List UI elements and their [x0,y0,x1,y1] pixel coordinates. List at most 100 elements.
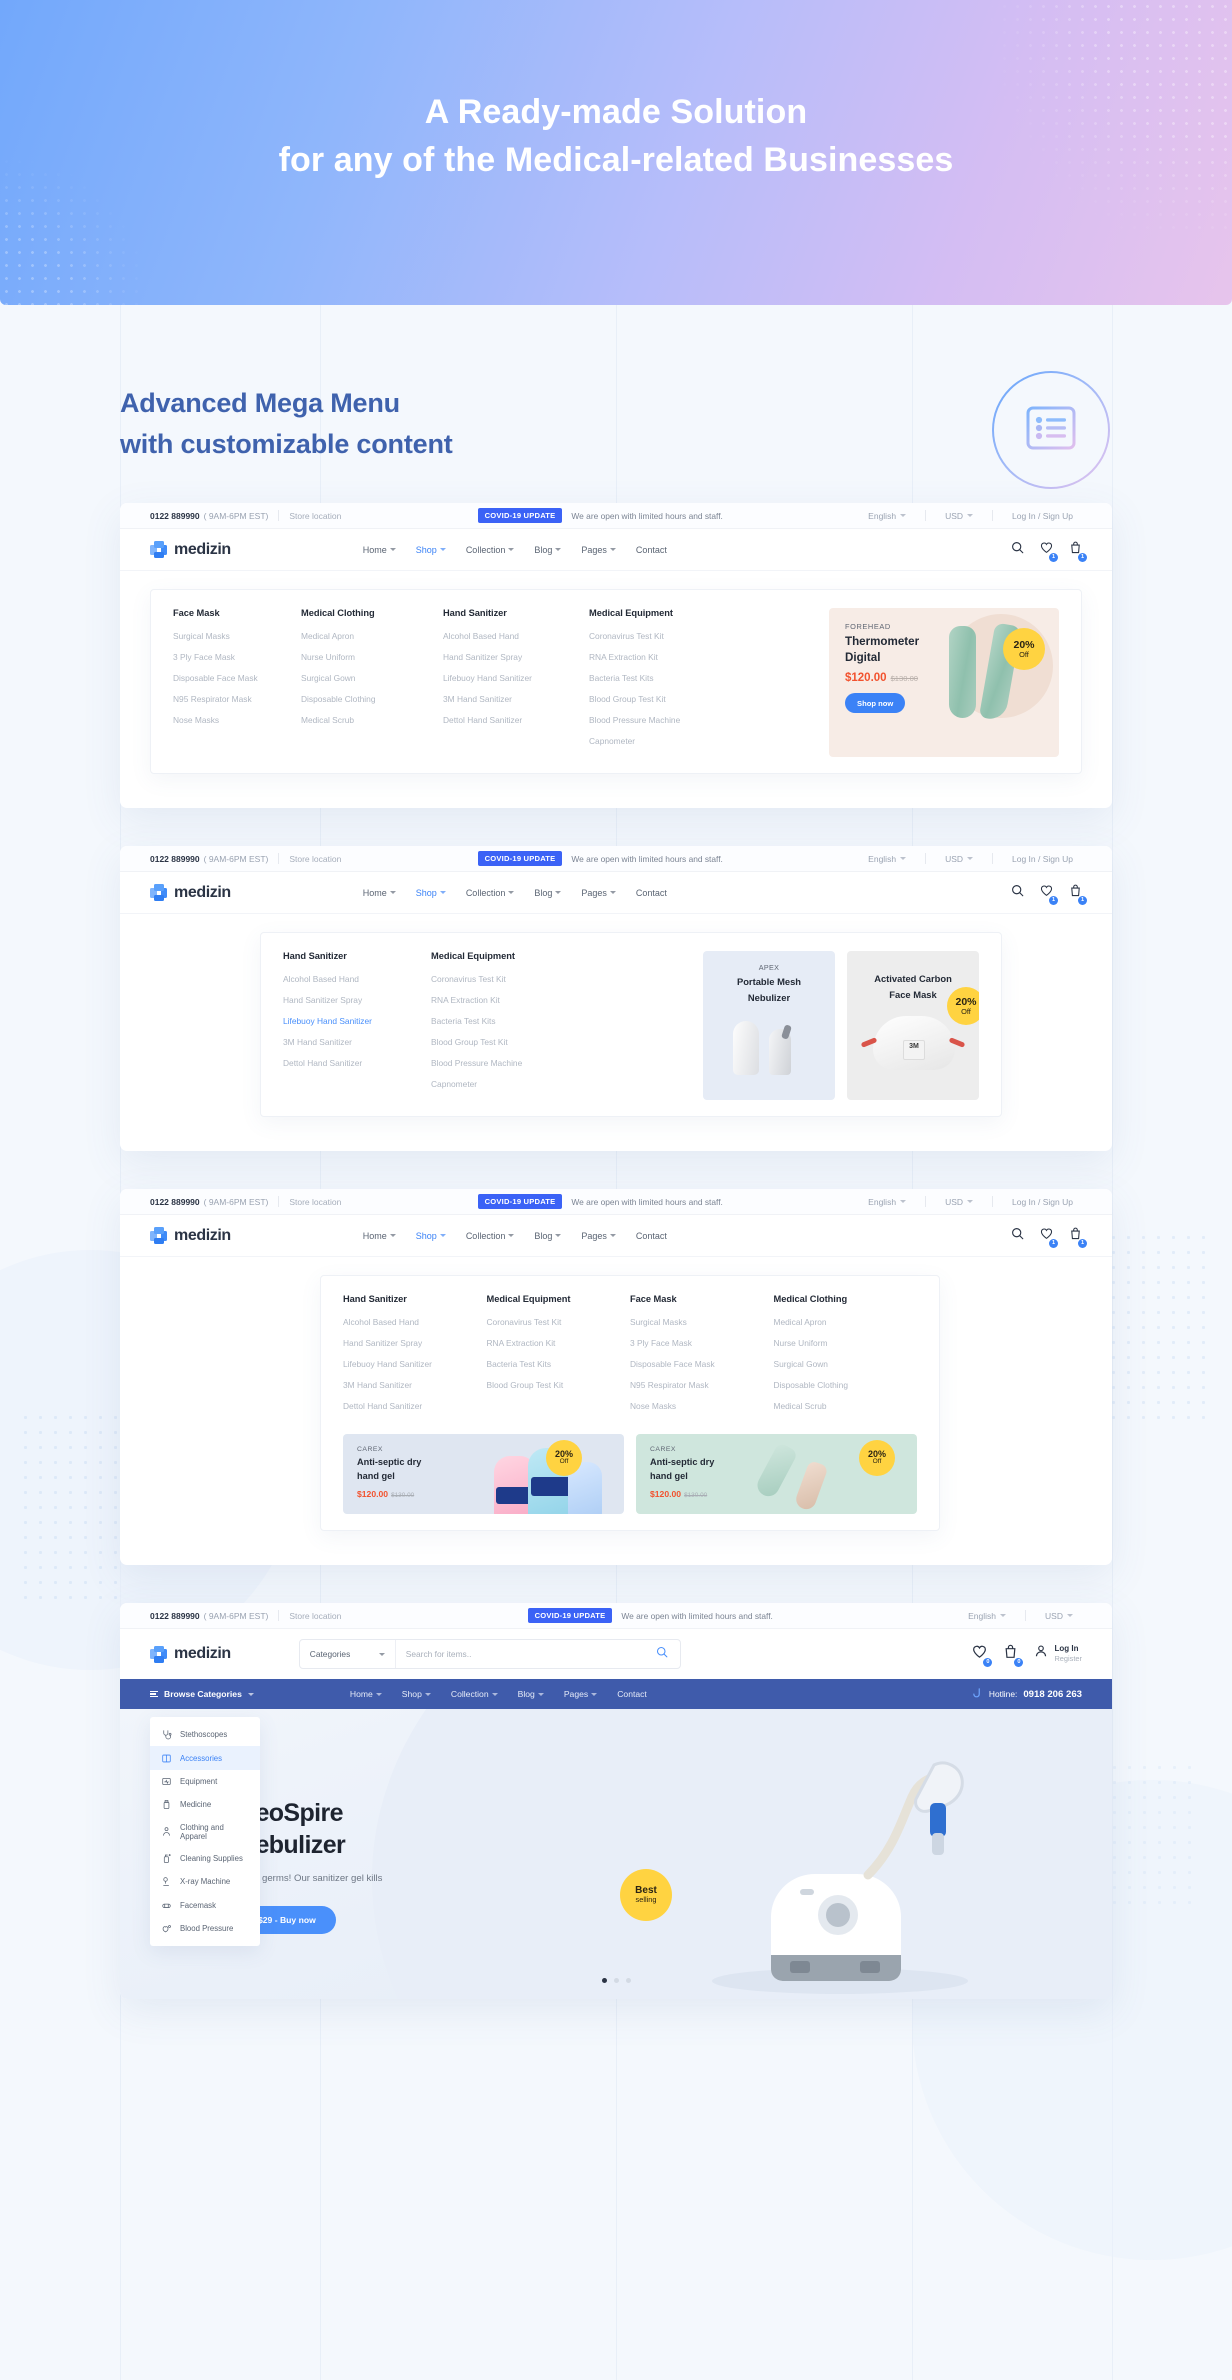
hotline[interactable]: Hotline: 0918 206 263 [971,1687,1082,1701]
menu-link[interactable]: Disposable Clothing [301,694,443,704]
menu-link[interactable]: Disposable Clothing [774,1380,918,1390]
promo-thermometer[interactable]: FOREHEAD Thermometer Digital $120.00 $130… [829,608,1059,757]
product-tile-nebulizer[interactable]: APEX Portable Mesh Nebulizer [703,951,835,1100]
menu-link[interactable]: Dettol Hand Sanitizer [443,715,589,725]
menu-link[interactable]: Coronavirus Test Kit [589,631,739,641]
product-tile-face-mask[interactable]: Activated Carbon Face Mask 3M 20% Off [847,951,979,1100]
menu-link[interactable]: Nose Masks [630,1401,774,1411]
menu-link[interactable]: Bacteria Test Kits [589,673,739,683]
menu-link[interactable]: Blood Group Test Kit [431,1037,581,1047]
carousel-dot-2[interactable] [613,1978,619,1983]
nav-item-home[interactable]: Home [363,888,396,898]
phone-number[interactable]: 0122 889990 [150,1197,200,1207]
menu-link[interactable]: Medical Scrub [774,1401,918,1411]
language-selector[interactable]: English [859,1197,915,1207]
nav-item-home[interactable]: Home [350,1689,382,1699]
nav-item-home[interactable]: Home [363,1231,396,1241]
nav-item-blog[interactable]: Blog [534,545,562,555]
wishlist-icon[interactable]: 0 [972,1644,993,1667]
nav-item-collection[interactable]: Collection [466,545,515,555]
account-link[interactable]: Log In / Sign Up [1003,511,1082,521]
currency-selector[interactable]: USD [936,511,982,521]
cart-icon[interactable]: 1 [1069,1227,1087,1248]
nav-item-contact[interactable]: Contact [617,1689,647,1699]
menu-link[interactable]: Bacteria Test Kits [431,1016,581,1026]
nav-item-shop[interactable]: Shop [402,1689,431,1699]
nav-item-blog[interactable]: Blog [518,1689,544,1699]
menu-link[interactable]: Surgical Masks [173,631,301,641]
menu-link[interactable]: Lifebuoy Hand Sanitizer [343,1359,487,1369]
menu-link[interactable]: Medical Scrub [301,715,443,725]
menu-link[interactable]: Blood Pressure Machine [589,715,739,725]
menu-link[interactable]: 3M Hand Sanitizer [343,1380,487,1390]
store-location-link[interactable]: Store location [289,1611,341,1621]
nav-item-contact[interactable]: Contact [636,1231,667,1241]
phone-number[interactable]: 0122 889990 [150,511,200,521]
menu-link[interactable]: Blood Group Test Kit [589,694,739,704]
shop-now-button[interactable]: Shop now [845,693,906,714]
nav-item-blog[interactable]: Blog [534,1231,562,1241]
promo-banner-carex-pink[interactable]: CAREX Anti-septic dry hand gel $120.00 $1… [343,1434,624,1514]
carousel-dot-3[interactable] [625,1978,631,1983]
menu-link[interactable]: Dettol Hand Sanitizer [283,1058,431,1068]
carousel-dots[interactable] [120,1978,1112,1983]
carousel-dot-1[interactable] [601,1978,607,1983]
menu-link[interactable]: Hand Sanitizer Spray [343,1338,487,1348]
store-location-link[interactable]: Store location [289,511,341,521]
menu-link[interactable]: Blood Group Test Kit [487,1380,631,1390]
menu-link[interactable]: 3 Ply Face Mask [630,1338,774,1348]
menu-link[interactable]: 3M Hand Sanitizer [443,694,589,704]
login-register[interactable]: Log In Register [1034,1643,1082,1665]
logo[interactable]: medizin [150,884,231,902]
nav-item-blog[interactable]: Blog [534,888,562,898]
menu-link[interactable]: Nose Masks [173,715,301,725]
menu-link[interactable]: Coronavirus Test Kit [431,974,581,984]
search-icon[interactable] [1011,541,1024,559]
menu-link[interactable]: Hand Sanitizer Spray [443,652,589,662]
search-icon[interactable] [656,1645,680,1663]
language-selector[interactable]: English [959,1611,1015,1621]
category-item-xray-machine[interactable]: X-ray Machine [150,1870,260,1893]
menu-link[interactable]: Medical Apron [774,1317,918,1327]
logo[interactable]: medizin [150,1227,231,1245]
language-selector[interactable]: English [859,854,915,864]
category-item-facemask[interactable]: Facemask [150,1894,260,1917]
menu-link[interactable]: Disposable Face Mask [173,673,301,683]
category-item-accessories[interactable]: Accessories [150,1746,260,1770]
menu-link[interactable]: Capnometer [431,1079,581,1089]
nav-item-collection[interactable]: Collection [466,888,515,898]
cart-icon[interactable]: 1 [1069,884,1087,905]
category-item-medicine[interactable]: Medicine [150,1793,260,1816]
store-location-link[interactable]: Store location [289,1197,341,1207]
menu-link[interactable]: Hand Sanitizer Spray [283,995,431,1005]
menu-link[interactable]: Coronavirus Test Kit [487,1317,631,1327]
menu-link[interactable]: Medical Apron [301,631,443,641]
menu-link[interactable]: 3 Ply Face Mask [173,652,301,662]
currency-selector[interactable]: USD [936,1197,982,1207]
menu-link[interactable]: Nurse Uniform [301,652,443,662]
nav-item-shop[interactable]: Shop [416,545,446,555]
cart-icon[interactable]: 1 [1069,541,1087,562]
search-icon[interactable] [1011,884,1024,902]
account-link[interactable]: Log In / Sign Up [1003,1197,1082,1207]
nav-item-collection[interactable]: Collection [451,1689,498,1699]
nav-item-pages[interactable]: Pages [564,1689,598,1699]
menu-link[interactable]: Blood Pressure Machine [431,1058,581,1068]
menu-link[interactable]: Disposable Face Mask [630,1359,774,1369]
phone-number[interactable]: 0122 889990 [150,854,200,864]
category-item-equipment[interactable]: Equipment [150,1770,260,1793]
menu-link[interactable]: RNA Extraction Kit [431,995,581,1005]
category-item-stethoscopes[interactable]: Stethoscopes [150,1723,260,1746]
menu-link[interactable]: Nurse Uniform [774,1338,918,1348]
menu-link[interactable]: Lifebuoy Hand Sanitizer [443,673,589,683]
category-select[interactable]: Categories [300,1640,396,1668]
menu-link[interactable]: Surgical Gown [301,673,443,683]
promo-banner-carex-green[interactable]: CAREX Anti-septic dry hand gel $120.00 $1… [636,1434,917,1514]
menu-link[interactable]: 3M Hand Sanitizer [283,1037,431,1047]
menu-link[interactable]: N95 Respirator Mask [630,1380,774,1390]
language-selector[interactable]: English [859,511,915,521]
store-location-link[interactable]: Store location [289,854,341,864]
menu-link[interactable]: N95 Respirator Mask [173,694,301,704]
nav-item-contact[interactable]: Contact [636,888,667,898]
wishlist-icon[interactable]: 1 [1040,884,1058,905]
